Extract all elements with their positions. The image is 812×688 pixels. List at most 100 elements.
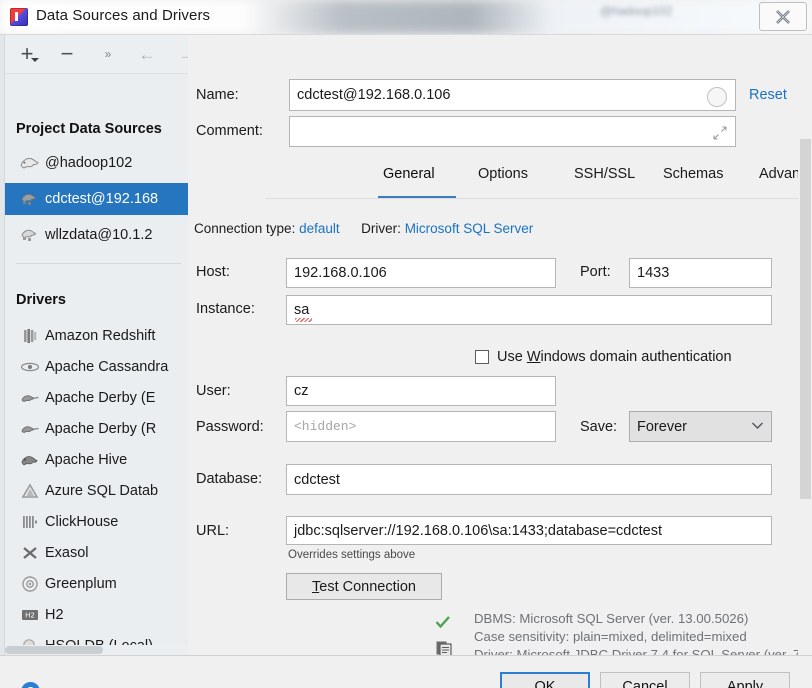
- clickhouse-icon: [15, 514, 45, 530]
- remove-button[interactable]: −: [57, 43, 77, 65]
- h2-icon: H2: [15, 608, 45, 622]
- sidebar-item-hadoop102[interactable]: @hadoop102: [5, 147, 188, 179]
- url-input-value: jdbc:sqlserver://192.168.0.106\sa:1433;d…: [294, 522, 662, 539]
- windows-auth-row[interactable]: Use Windows domain authentication: [475, 349, 732, 365]
- windows-auth-label: Use Windows domain authentication: [497, 349, 732, 365]
- add-button[interactable]: +: [17, 43, 39, 65]
- driver-item-label: Exasol: [45, 544, 89, 561]
- name-input[interactable]: cdctest@192.168.0.106: [289, 79, 736, 111]
- url-hint: Overrides settings above: [288, 549, 416, 561]
- connection-meta: Connection type: default Driver: Microso…: [194, 221, 533, 236]
- hive-icon: [15, 452, 45, 468]
- drivers-header: Drivers: [16, 292, 66, 308]
- check-icon: [435, 615, 451, 633]
- password-input[interactable]: <hidden>: [286, 411, 556, 442]
- help-icon[interactable]: ?: [21, 682, 40, 688]
- close-icon[interactable]: [759, 2, 807, 31]
- driver-item-label: Apache Derby (E: [45, 389, 156, 406]
- sidebar-item-label: cdctest@192.168: [45, 191, 159, 207]
- back-button[interactable]: ←: [137, 44, 157, 64]
- database-input[interactable]: cdctest: [286, 464, 772, 495]
- tab-schemas[interactable]: Schemas: [663, 166, 723, 182]
- database-input-value: cdctest: [294, 471, 340, 488]
- connection-type-label: Connection type:: [194, 221, 296, 236]
- tabs-rule: [266, 198, 812, 199]
- instance-input-value: sa: [294, 302, 310, 318]
- driver-label: Driver:: [361, 221, 401, 236]
- settings-tabs: General Options SSH/SSL Schemas Advanced: [378, 166, 812, 199]
- datagrip-icon: [10, 8, 28, 26]
- driver-item-apache-derby-e[interactable]: Apache Derby (E: [5, 382, 188, 413]
- port-input[interactable]: 1433: [629, 258, 772, 288]
- chevron-down-icon: [751, 421, 764, 433]
- sqlserver-icon: [15, 190, 45, 208]
- driver-item-label: Azure SQL Datab: [45, 482, 159, 499]
- driver-item-apache-derby-r[interactable]: Apache Derby (R: [5, 413, 188, 444]
- window-title: Data Sources and Drivers: [36, 7, 211, 24]
- name-input-value: cdctest@192.168.0.106: [297, 87, 451, 103]
- sidebar-divider: [16, 263, 181, 264]
- user-label: User:: [196, 383, 231, 399]
- derby-icon: [15, 422, 45, 436]
- port-label: Port:: [580, 264, 611, 280]
- tab-ssh-ssl[interactable]: SSH/SSL: [574, 166, 635, 182]
- dialog-body: + − » ← → Project Data Sources @hadoop10…: [0, 34, 812, 688]
- driver-item-exasol[interactable]: Exasol: [5, 537, 188, 568]
- url-label: URL:: [196, 523, 230, 539]
- connection-type-value[interactable]: default: [299, 221, 340, 236]
- tab-general[interactable]: General: [383, 166, 435, 182]
- sidebar: + − » ← → Project Data Sources @hadoop10…: [0, 35, 189, 655]
- save-label: Save:: [580, 419, 618, 435]
- more-button[interactable]: »: [97, 44, 117, 64]
- watermark: CSDN @恒行益事真问前程: [528, 681, 812, 688]
- driver-item-label: Greenplum: [45, 575, 117, 592]
- dialog-window: @hadoop102 Data Sources and Drivers + − …: [0, 0, 812, 688]
- user-input[interactable]: cz: [286, 376, 556, 406]
- reset-link[interactable]: Reset: [749, 87, 787, 103]
- driver-item-amazon-redshift[interactable]: Amazon Redshift: [5, 320, 188, 351]
- driver-item-label: Apache Cassandra: [45, 358, 169, 375]
- sidebar-horizontal-scrollbar[interactable]: [5, 645, 188, 655]
- driver-item-h2[interactable]: H2 H2: [5, 599, 188, 630]
- host-input[interactable]: 192.168.0.106: [286, 258, 556, 288]
- windows-auth-checkbox[interactable]: [475, 350, 489, 364]
- settings-vertical-scrollbar[interactable]: [798, 35, 812, 655]
- comment-input[interactable]: [289, 116, 736, 147]
- driver-item-clickhouse[interactable]: ClickHouse: [5, 506, 188, 537]
- driver-item-label: Amazon Redshift: [45, 327, 156, 344]
- driver-value[interactable]: Microsoft SQL Server: [405, 221, 534, 236]
- driver-item-label: H2: [45, 606, 64, 623]
- sidebar-item-cdctest[interactable]: cdctest@192.168: [5, 183, 188, 215]
- redshift-icon: [15, 327, 45, 345]
- exasol-icon: [15, 545, 45, 561]
- sidebar-item-label: wllzdata@10.1.2: [45, 227, 153, 243]
- host-input-value: 192.168.0.106: [294, 265, 387, 281]
- tab-options[interactable]: Options: [478, 166, 528, 182]
- greenplum-icon: [15, 575, 45, 593]
- svg-text:H2: H2: [25, 611, 35, 619]
- url-input[interactable]: jdbc:sqlserver://192.168.0.106\sa:1433;d…: [286, 516, 772, 545]
- save-select-value: Forever: [637, 418, 687, 435]
- instance-label: Instance:: [196, 301, 255, 317]
- driver-item-greenplum[interactable]: Greenplum: [5, 568, 188, 599]
- save-select[interactable]: Forever: [629, 411, 772, 442]
- driver-item-apache-hive[interactable]: Apache Hive: [5, 444, 188, 475]
- settings-panel: Name: cdctest@192.168.0.106 Reset Commen…: [188, 35, 812, 662]
- comment-label: Comment:: [196, 123, 263, 139]
- spellcheck-squiggle: [295, 318, 312, 322]
- sidebar-item-wllzdata[interactable]: wllzdata@10.1.2: [5, 219, 188, 251]
- driver-item-apache-cassandra[interactable]: Apache Cassandra: [5, 351, 188, 382]
- user-input-value: cz: [294, 383, 309, 399]
- expand-icon[interactable]: [713, 126, 727, 140]
- sidebar-item-label: @hadoop102: [45, 155, 133, 171]
- azure-icon: [15, 482, 45, 499]
- password-label: Password:: [196, 419, 264, 435]
- driver-item-azure-sql-database[interactable]: Azure SQL Datab: [5, 475, 188, 506]
- status-line-case-sensitivity: Case sensitivity: plain=mixed, delimited…: [474, 629, 747, 644]
- driver-item-label: ClickHouse: [45, 513, 119, 530]
- test-connection-button[interactable]: Test Connection: [286, 573, 442, 600]
- test-connection-label: Test Connection: [312, 578, 416, 595]
- name-label: Name:: [196, 87, 239, 103]
- project-data-sources-header: Project Data Sources: [16, 121, 162, 137]
- instance-input[interactable]: sa: [286, 295, 772, 325]
